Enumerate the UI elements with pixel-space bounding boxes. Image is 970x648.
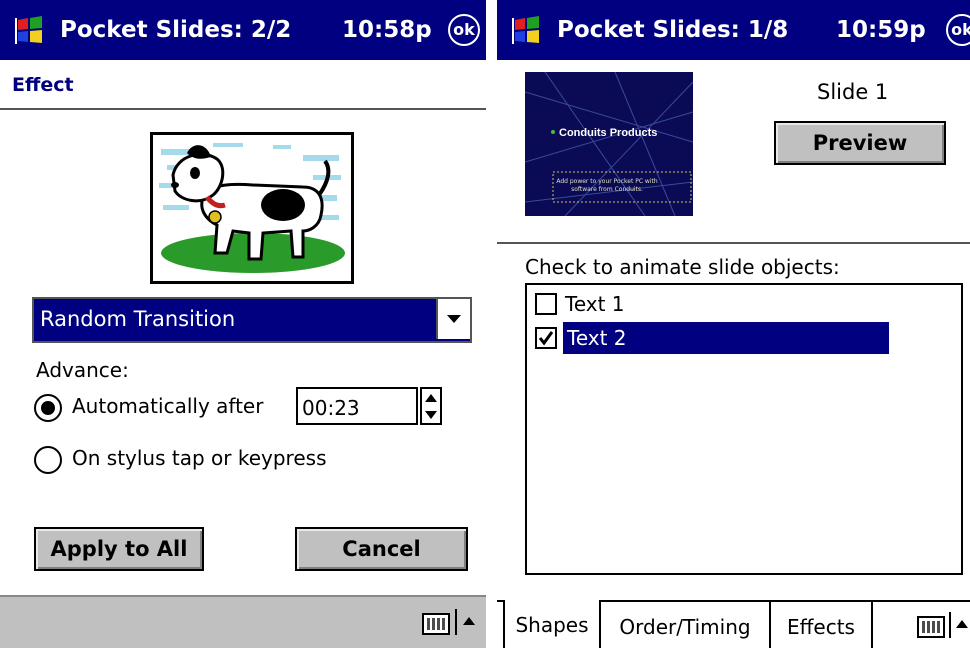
effect-screen: Pocket Slides: 2/2 10:58p ok Effect Rand… xyxy=(0,0,486,648)
chevron-down-icon[interactable] xyxy=(436,299,470,339)
thumbnail-title: Conduits Products xyxy=(559,127,657,139)
animation-screen: Pocket Slides: 1/8 10:59p ok Conduits Pr… xyxy=(497,0,970,648)
spinner-icon[interactable] xyxy=(420,387,442,425)
spin-down-icon[interactable] xyxy=(425,411,437,419)
ok-button[interactable]: ok xyxy=(946,14,970,46)
advance-label: Advance: xyxy=(36,358,129,382)
list-item[interactable]: Text 2 xyxy=(533,322,889,354)
clock[interactable]: 10:58p xyxy=(342,8,432,52)
spin-up-icon[interactable] xyxy=(425,394,437,402)
thumbnail-subtitle: Add power to your Pocket PC with softwar… xyxy=(556,178,658,193)
dog-picture xyxy=(150,132,354,284)
slide-label: Slide 1 xyxy=(817,80,889,104)
transition-dropdown[interactable]: Random Transition xyxy=(32,297,472,343)
window-title: Pocket Slides: 2/2 xyxy=(60,17,292,43)
sip-up-arrow-icon[interactable] xyxy=(463,617,475,625)
screen-gap xyxy=(486,0,497,648)
keyboard-icon[interactable] xyxy=(422,613,450,635)
object-label: Text 2 xyxy=(567,326,627,350)
window-title: Pocket Slides: 1/8 xyxy=(557,17,789,43)
clock[interactable]: 10:59p xyxy=(836,8,926,52)
stylus-tap-label[interactable]: On stylus tap or keypress xyxy=(72,446,326,470)
title-bar: Pocket Slides: 2/2 10:58p ok xyxy=(0,0,486,60)
divider xyxy=(0,108,486,110)
slide-thumbnail[interactable]: Conduits Products xyxy=(525,72,693,216)
keyboard-icon[interactable] xyxy=(917,616,945,638)
tab-bar: Shapes Order/Timing Effects xyxy=(497,600,970,648)
title-bar: Pocket Slides: 1/8 10:59p ok xyxy=(497,0,970,60)
advance-time-input[interactable]: 00:23 xyxy=(296,387,418,425)
checkbox-icon[interactable] xyxy=(535,293,557,315)
apply-to-all-button[interactable]: Apply to All xyxy=(34,527,204,571)
tab-shapes[interactable]: Shapes xyxy=(503,600,601,648)
sip-up-arrow-icon[interactable] xyxy=(956,620,968,628)
preview-button[interactable]: Preview xyxy=(774,121,946,165)
transition-value: Random Transition xyxy=(40,307,236,331)
animate-label: Check to animate slide objects: xyxy=(525,255,840,279)
divider xyxy=(455,609,457,635)
automatic-label[interactable]: Automatically after xyxy=(72,394,263,418)
divider xyxy=(497,242,970,244)
slide-objects-list[interactable]: Text 1 Text 2 xyxy=(525,283,963,575)
windows-flag-icon[interactable] xyxy=(14,14,46,46)
tab-effects[interactable]: Effects xyxy=(771,602,873,648)
menu-bar xyxy=(0,595,486,648)
radio-stylus-tap[interactable] xyxy=(34,446,62,474)
ok-button[interactable]: ok xyxy=(448,14,480,46)
list-item[interactable]: Text 1 xyxy=(533,290,833,320)
tab-order-timing[interactable]: Order/Timing xyxy=(601,602,771,648)
divider xyxy=(949,612,951,638)
cancel-button[interactable]: Cancel xyxy=(295,527,468,571)
section-title: Effect xyxy=(12,74,74,96)
object-label: Text 1 xyxy=(565,292,625,316)
windows-flag-icon[interactable] xyxy=(511,14,543,46)
radio-automatic[interactable] xyxy=(34,394,62,422)
checkbox-icon[interactable] xyxy=(535,327,557,349)
